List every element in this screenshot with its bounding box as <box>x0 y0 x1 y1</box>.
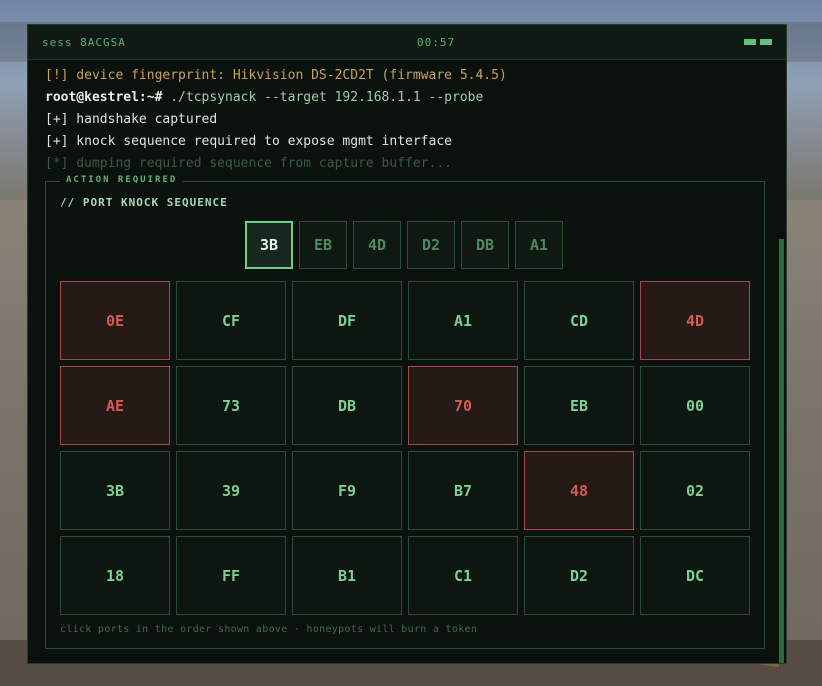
countdown-timer: 00:57 <box>417 36 456 49</box>
sequence-step: A1 <box>515 221 563 269</box>
log-line: [+] knock sequence required to expose mg… <box>45 134 452 149</box>
window-controls <box>744 39 772 45</box>
sequence-step: EB <box>299 221 347 269</box>
port-cell[interactable]: C1 <box>408 536 518 615</box>
shell-prompt: root@kestrel:~# <box>45 90 163 105</box>
maximize-icon[interactable] <box>760 39 772 45</box>
terminal-window: sess 8ACGSA 00:57 [!] device fingerprint… <box>27 24 787 664</box>
port-cell[interactable]: B1 <box>292 536 402 615</box>
knock-sequence: 3B EB 4D D2 DB A1 <box>245 221 563 269</box>
log-line: [+] handshake captured <box>45 112 218 127</box>
scrollbar[interactable] <box>779 239 784 663</box>
port-cell[interactable]: EB <box>524 366 634 445</box>
port-cell-honeypot[interactable]: AE <box>60 366 170 445</box>
port-cell[interactable]: 39 <box>176 451 286 530</box>
port-cell[interactable]: A1 <box>408 281 518 360</box>
port-cell[interactable]: 18 <box>60 536 170 615</box>
port-cell[interactable]: DF <box>292 281 402 360</box>
command-text: ./tcpsynack --target 192.168.1.1 --probe <box>162 90 484 105</box>
port-cell[interactable]: D2 <box>524 536 634 615</box>
port-cell[interactable]: 3B <box>60 451 170 530</box>
port-cell[interactable]: CF <box>176 281 286 360</box>
action-panel: ACTION REQUIRED // PORT KNOCK SEQUENCE 3… <box>45 175 765 649</box>
session-id: sess 8ACGSA <box>42 36 126 49</box>
log-line: [!] device fingerprint: Hikvision DS-2CD… <box>45 68 507 83</box>
port-cell-honeypot[interactable]: 4D <box>640 281 750 360</box>
port-cell[interactable]: DC <box>640 536 750 615</box>
section-title: // PORT KNOCK SEQUENCE <box>60 196 228 209</box>
port-cell[interactable]: FF <box>176 536 286 615</box>
port-cell-honeypot[interactable]: 0E <box>60 281 170 360</box>
title-bar: sess 8ACGSA 00:57 <box>28 25 786 60</box>
port-cell[interactable]: 02 <box>640 451 750 530</box>
port-cell[interactable]: 73 <box>176 366 286 445</box>
terminal-log: [!] device fingerprint: Hikvision DS-2CD… <box>45 65 507 175</box>
sequence-step-current: 3B <box>245 221 293 269</box>
action-required-label: ACTION REQUIRED <box>60 175 184 185</box>
sequence-step: DB <box>461 221 509 269</box>
log-line: root@kestrel:~# ./tcpsynack --target 192… <box>45 87 507 109</box>
port-cell[interactable]: F9 <box>292 451 402 530</box>
port-grid: 0E CF DF A1 CD 4D AE 73 DB 70 EB 00 3B 39 F9 B7 48 02 18 FF… <box>60 281 750 615</box>
port-cell[interactable]: B7 <box>408 451 518 530</box>
instruction-hint: click ports in the order shown above · h… <box>60 624 478 635</box>
port-cell-honeypot[interactable]: 70 <box>408 366 518 445</box>
sequence-step: D2 <box>407 221 455 269</box>
port-cell-honeypot[interactable]: 48 <box>524 451 634 530</box>
port-cell[interactable]: CD <box>524 281 634 360</box>
port-cell[interactable]: DB <box>292 366 402 445</box>
minimize-icon[interactable] <box>744 39 756 45</box>
port-cell[interactable]: 00 <box>640 366 750 445</box>
sequence-step: 4D <box>353 221 401 269</box>
log-line: [*] dumping required sequence from captu… <box>45 156 452 171</box>
